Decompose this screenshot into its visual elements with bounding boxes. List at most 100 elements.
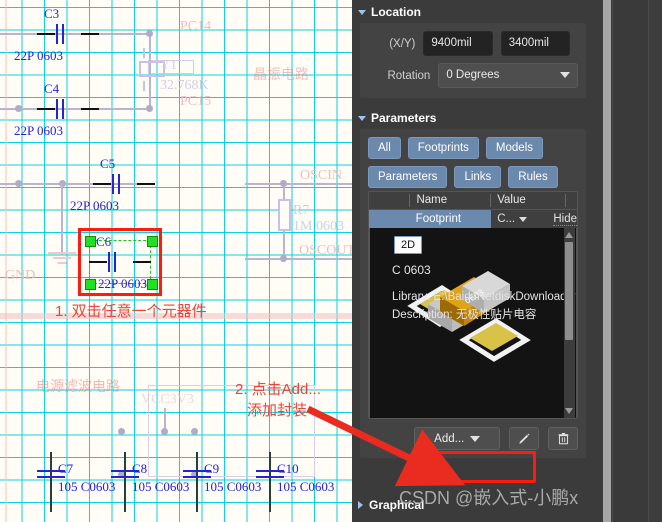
section-header-location[interactable]: Location: [352, 0, 594, 23]
c3-plate-1: [56, 24, 58, 44]
y-coordinate-input[interactable]: 3400mil: [500, 31, 571, 56]
filter-parameters-button[interactable]: Parameters: [368, 166, 448, 188]
c6-refdes: C6: [96, 234, 112, 249]
wire-gnd-drop: [61, 183, 63, 255]
edit-footprint-button[interactable]: [509, 427, 540, 450]
junction-oscout: [280, 255, 287, 262]
annotation-step-1: 1. 双击任意一个元器件: [55, 303, 207, 320]
location-group: (X/Y) 9400mil 3400mil Rotation 0 Degrees: [360, 23, 586, 98]
junction-c5-a: [15, 180, 22, 187]
add-footprint-button[interactable]: Add...: [414, 427, 501, 450]
c4-lead-left: [37, 108, 55, 110]
section-title-parameters: Parameters: [371, 111, 437, 125]
add-button-label: Add...: [434, 432, 465, 445]
c6-plate-1: [108, 252, 110, 272]
panel-right-edge: [648, 0, 662, 522]
view-mode-2d-button[interactable]: 2D: [394, 236, 423, 254]
c7-value: 105 C0603: [58, 479, 116, 494]
chevron-down-icon-add: [470, 435, 481, 442]
scroll-up-arrow-icon[interactable]: [565, 232, 573, 238]
expand-triangle-icon: [358, 501, 363, 509]
c5-refdes: C5: [100, 156, 116, 171]
footprint-3d-model: 0603: [407, 271, 531, 362]
c5-lead-left: [93, 183, 111, 185]
c6-plate-2: [114, 252, 116, 272]
pencil-icon: [519, 433, 530, 444]
row-value-text: C...: [497, 213, 516, 225]
trash-icon: [558, 432, 568, 445]
filter-all-button[interactable]: All: [368, 137, 401, 159]
footprint-preview[interactable]: 0603 2D C 0603 Library: E:\BaiduNetdiskD…: [369, 228, 577, 418]
component-c5[interactable]: [93, 173, 155, 195]
net-label-vcc3v3: VCC3V3: [141, 392, 194, 407]
junction-c4-left: [15, 105, 22, 112]
net-label-pc15: PC15: [180, 94, 212, 109]
filter-links-button[interactable]: Links: [454, 166, 502, 188]
rotation-label: Rotation: [387, 69, 431, 82]
parameters-table: Name Value Footprint C... Hide 0603 2D C…: [368, 191, 578, 419]
filter-button-row-2: Parameters Links Rules: [368, 166, 578, 188]
crystal-y1-plate-bottom: [143, 81, 145, 91]
chevron-down-icon: [560, 72, 570, 78]
properties-panel: Location (X/Y) 9400mil 3400mil Rotation …: [352, 0, 662, 522]
wire-oscout: [245, 258, 352, 260]
row-visibility-toggle[interactable]: Hide: [553, 213, 577, 226]
c3-plate-2: [62, 24, 64, 44]
net-label-gnd: GND: [5, 268, 36, 283]
c4-lead-right: [81, 108, 99, 110]
net-label-oscin: OSCIN: [300, 168, 343, 183]
rotation-value: 0 Degrees: [446, 69, 500, 81]
preview-library-path: Library: E:\BaiduNetdiskDownload\stm..: [392, 291, 577, 303]
c8-stem: [124, 452, 126, 512]
c3-lead-left: [37, 33, 55, 35]
selection-handle-bl[interactable]: [85, 279, 96, 290]
filter-models-button[interactable]: Models: [485, 137, 543, 159]
c8-value: 105 C0603: [132, 479, 190, 494]
c4-refdes: C4: [44, 81, 60, 96]
panel-vertical-scrollbar[interactable]: [602, 0, 612, 522]
table-header-name[interactable]: Name: [409, 194, 490, 207]
c9-stem: [196, 452, 198, 512]
schematic-canvas[interactable]: Y1 32.768K PC14 PC15 OSCIN OSCOUT R7 1M …: [0, 0, 352, 522]
c5-value: 22P 0603: [70, 198, 119, 213]
chevron-down-icon-value: [519, 216, 528, 222]
component-c4[interactable]: [37, 98, 99, 120]
filter-button-row-1: All Footprints Models: [368, 137, 578, 159]
filter-footprints-button[interactable]: Footprints: [407, 137, 479, 159]
selection-handle-br[interactable]: [147, 279, 158, 290]
selection-handle-tl[interactable]: [85, 236, 96, 247]
selection-handle-tr[interactable]: [147, 236, 158, 247]
junction-vcc-c: [191, 428, 198, 435]
section-header-parameters[interactable]: Parameters: [352, 106, 594, 129]
xy-label: (X/Y): [389, 37, 416, 50]
resistor-r7-body[interactable]: [278, 199, 291, 231]
filter-rules-button[interactable]: Rules: [508, 166, 558, 188]
row-name-footprint[interactable]: Footprint: [409, 210, 492, 228]
c4-plate-2: [62, 99, 64, 119]
scroll-down-arrow-icon[interactable]: [565, 408, 573, 414]
x-coordinate-input[interactable]: 9400mil: [423, 31, 493, 56]
junction-vcc-b: [161, 428, 168, 435]
panel-scrollbar-thumb[interactable]: [603, 0, 611, 522]
section-title-location: Location: [371, 5, 421, 19]
c6-value: 22P 0603: [98, 276, 147, 291]
application-window: Y1 32.768K PC14 PC15 OSCIN OSCOUT R7 1M …: [0, 0, 662, 522]
table-row[interactable]: Footprint C... Hide: [369, 210, 577, 228]
c9-refdes: C9: [204, 461, 220, 476]
row-checkbox-cell[interactable]: [369, 210, 410, 228]
c7-stem: [50, 452, 52, 512]
c3-refdes: C3: [44, 6, 60, 21]
component-c6[interactable]: [89, 251, 151, 273]
block-title-crystal: 晶振电路: [253, 66, 309, 82]
c6-lead-left: [89, 261, 107, 263]
c4-plate-1: [56, 99, 58, 119]
row-value-cell[interactable]: C...: [491, 213, 553, 225]
preview-scrollbar[interactable]: [564, 228, 575, 418]
rotation-dropdown[interactable]: 0 Degrees: [438, 63, 578, 88]
table-header-value[interactable]: Value: [490, 194, 565, 207]
resistor-r7-value: 1M 0603: [293, 219, 344, 234]
component-c3[interactable]: [37, 23, 99, 45]
block-title-power-filter: 电源滤波电路: [36, 378, 120, 394]
scrollbar-thumb[interactable]: [565, 242, 573, 340]
delete-footprint-button[interactable]: [548, 427, 579, 450]
